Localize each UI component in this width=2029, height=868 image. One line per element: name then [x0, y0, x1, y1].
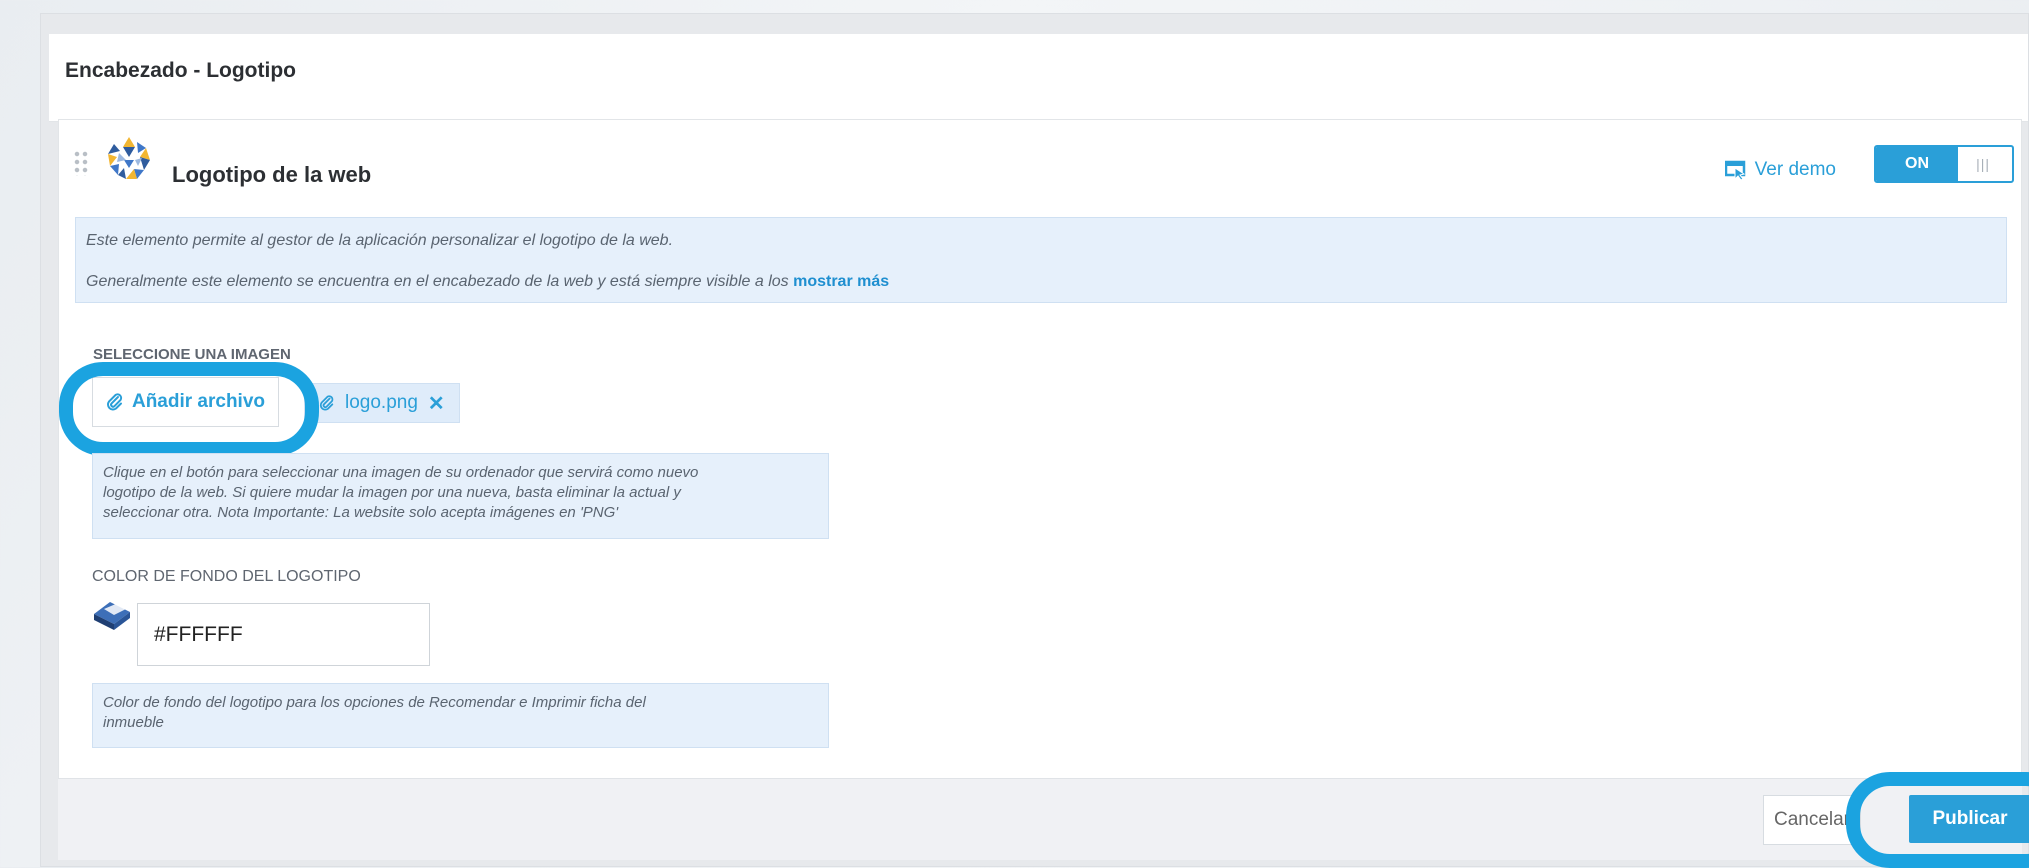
- demo-cursor-icon: [1724, 160, 1745, 180]
- card-title: Logotipo de la web: [172, 162, 372, 187]
- logo-icon: [108, 137, 150, 179]
- description-line-2-text: Generalmente este elemento se encuentra …: [86, 273, 789, 290]
- ver-demo-label: Ver demo: [1754, 159, 1836, 180]
- image-help-line: logotipo de la web. Si quiere mudar la i…: [103, 484, 681, 501]
- panel-title: Encabezado - Logotipo: [65, 59, 296, 82]
- description-box: Este elemento permite al gestor de la ap…: [75, 217, 2007, 303]
- description-line-2: Generalmente este elemento se encuentra …: [86, 273, 889, 291]
- image-help-box: Clique en el botón para seleccionar una …: [92, 453, 829, 539]
- panel-header: [49, 34, 2028, 122]
- selected-file-chip: logo.png ✕: [304, 383, 460, 423]
- ver-demo-link[interactable]: Ver demo: [1724, 159, 1836, 181]
- highlight-ring-publish: [1846, 772, 2029, 868]
- description-line-1: Este elemento permite al gestor de la ap…: [86, 232, 674, 249]
- image-help-line: Clique en el botón para seleccionar una …: [103, 464, 699, 481]
- drag-handle-icon[interactable]: [73, 150, 89, 176]
- color-help-line: Color de fondo del logotipo para los opc…: [103, 694, 646, 711]
- footer-bar: [58, 778, 2022, 860]
- image-help-line: seleccionar otra. Nota Importante: La we…: [103, 504, 619, 521]
- color-section-label: COLOR DE FONDO DEL LOGOTIPO: [92, 568, 361, 585]
- color-help-box: Color de fondo del logotipo para los opc…: [92, 683, 829, 748]
- on-off-toggle[interactable]: ON |||: [1874, 145, 2014, 183]
- image-section-label: SELECCIONE UNA IMAGEN: [93, 346, 291, 363]
- highlight-ring-add-file: [59, 362, 319, 456]
- remove-file-close-icon[interactable]: ✕: [428, 391, 445, 416]
- module-panel: Encabezado - Logotipo Logotipo de la web: [40, 13, 2029, 868]
- eraser-icon[interactable]: [90, 598, 134, 634]
- color-help-line: inmueble: [103, 714, 164, 731]
- paperclip-icon: [319, 395, 334, 411]
- background-color-input[interactable]: [137, 603, 430, 666]
- show-more-link[interactable]: mostrar más: [793, 273, 889, 290]
- toggle-grip-icon: |||: [1976, 156, 1990, 172]
- file-name: logo.png: [345, 392, 418, 413]
- logo-card: Logotipo de la web Ver demo ON ||| Este …: [58, 119, 2022, 859]
- toggle-on-label: ON: [1876, 147, 1958, 181]
